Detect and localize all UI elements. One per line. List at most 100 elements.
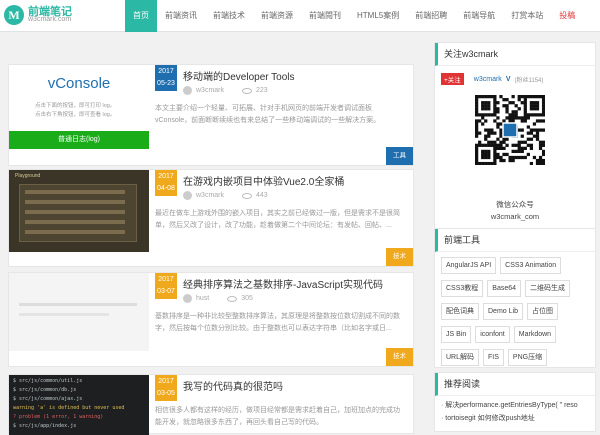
tool-link[interactable]: Base64: [487, 280, 522, 297]
nav-item[interactable]: 前端导航: [455, 0, 503, 32]
qr-module: [520, 155, 524, 160]
qr-module: [499, 131, 503, 135]
qr-module: [505, 152, 509, 157]
tool-link[interactable]: JS Bin: [441, 326, 472, 343]
qr-module: [481, 149, 485, 154]
nav-item[interactable]: 前端技术: [205, 0, 253, 32]
tool-link[interactable]: CSS3教程: [441, 280, 484, 297]
tool-link[interactable]: iconfont: [475, 326, 510, 343]
post-category-tag[interactable]: 技术: [386, 348, 413, 366]
post-date-badge: 2017 03-05: [155, 375, 177, 401]
qr-module: [484, 137, 488, 141]
qr-module: [475, 161, 479, 165]
post-title[interactable]: 经典排序算法之基数排序-JavaScript实现代码: [183, 276, 383, 291]
nav-item[interactable]: 投稿: [551, 0, 583, 32]
nav-item[interactable]: 前端閱刊: [301, 0, 349, 32]
qr-module: [511, 119, 515, 123]
tool-link[interactable]: CSS3 Animation: [500, 257, 562, 274]
post-date: 03-05: [157, 390, 175, 397]
qr-module: [487, 131, 491, 135]
qr-module: [508, 101, 512, 105]
qr-module: [541, 101, 545, 105]
vconsole-log-button[interactable]: 普通日志(log): [9, 131, 149, 149]
qr-module: [529, 128, 534, 132]
post-thumbnail[interactable]: [9, 273, 149, 351]
qr-module: [508, 155, 512, 160]
qr-module: [487, 155, 491, 160]
qr-module: [517, 98, 521, 102]
qr-module: [541, 107, 545, 111]
weibo-name[interactable]: w3cmark: [474, 76, 502, 83]
qr-module: [529, 161, 534, 165]
post-category-tag[interactable]: 技术: [386, 248, 413, 266]
thumb-label: Playground: [15, 173, 41, 179]
post-title[interactable]: 我写的代码真的很范吗: [183, 378, 283, 393]
reading-link[interactable]: · 解决performance.getEntriesByType( " reso: [441, 399, 589, 412]
qr-module: [481, 122, 485, 126]
tool-link[interactable]: 占位图: [526, 303, 558, 320]
tool-link[interactable]: FIS: [483, 349, 504, 366]
tool-link[interactable]: URL解码: [441, 349, 480, 366]
post-date-badge: 2017 04-08: [155, 170, 177, 196]
post-card[interactable]: $ src/js/common/util.js $ src/js/common/d…: [8, 374, 414, 435]
qr-module: [529, 131, 534, 135]
nav-item[interactable]: 前端资源: [253, 0, 301, 32]
qr-module: [487, 161, 491, 165]
thumb-row: [25, 230, 125, 234]
qr-module: [541, 161, 545, 165]
post-title[interactable]: 在游戏内嵌项目中体验Vue2.0全家桶: [183, 173, 344, 188]
post-thumbnail[interactable]: vConsole 点击下面的按钮，即可打印 log。 点击右下角按钮，即可查看 …: [9, 65, 149, 150]
qr-module: [541, 104, 545, 108]
tool-link[interactable]: 配色词典: [441, 303, 479, 320]
qr-module: [541, 95, 545, 99]
nav-item[interactable]: 首页: [125, 0, 157, 32]
nav-item[interactable]: 前端招聘: [407, 0, 455, 32]
post-thumbnail[interactable]: Playground: [9, 170, 149, 252]
weibo-follow-button[interactable]: +关注: [441, 73, 464, 85]
post-card[interactable]: vConsole 点击下面的按钮，即可打印 log。 点击右下角按钮，即可查看 …: [8, 64, 414, 166]
qr-module: [541, 119, 545, 123]
qr-module: [541, 152, 545, 157]
post-author[interactable]: w3cmark: [196, 87, 224, 94]
post-category-tag[interactable]: 工具: [386, 147, 413, 165]
nav-item[interactable]: HTML5案例: [349, 0, 407, 32]
qr-module: [538, 143, 543, 147]
reading-link[interactable]: · tortoisegit 如何修改push地址: [441, 412, 589, 425]
site-logo[interactable]: M 前端笔记 w3cmark.com: [4, 3, 90, 29]
post-author[interactable]: hust: [196, 295, 209, 302]
qr-module: [490, 113, 494, 117]
post-card[interactable]: 2017 03-07 经典排序算法之基数排序-JavaScript实现代码 hus…: [8, 272, 414, 367]
qr-module: [475, 149, 479, 154]
qr-module: [535, 113, 540, 117]
tool-link[interactable]: Markdown: [513, 326, 557, 343]
tool-link[interactable]: 二维码生成: [525, 280, 571, 297]
qr-module: [532, 104, 537, 108]
qr-module: [496, 146, 500, 150]
post-title[interactable]: 移动端的Developer Tools: [183, 68, 295, 83]
post-card[interactable]: Playground 2017 04-08 在游戏内嵌项目中体验Vue2.0全家桶…: [8, 169, 414, 267]
qr-module: [514, 110, 518, 114]
qr-module: [541, 128, 545, 132]
qr-module: [493, 113, 497, 117]
qr-module: [508, 113, 512, 117]
post-author[interactable]: w3cmark: [196, 192, 224, 199]
tool-link[interactable]: PNG压缩: [507, 349, 548, 366]
nav-item[interactable]: 前端资讯: [157, 0, 205, 32]
qr-module: [481, 116, 485, 120]
main-nav: 首页 前端资讯 前端技术 前端资源 前端閱刊 HTML5案例 前端招聘 前端导航 打赏本站 投稿: [125, 0, 583, 32]
qr-module: [499, 155, 503, 160]
tool-link[interactable]: Demo Lib: [483, 303, 523, 320]
qr-module: [478, 131, 482, 135]
code-line: ? problem (1 error, 1 warning): [13, 414, 104, 420]
qr-module: [496, 107, 500, 111]
post-thumbnail[interactable]: $ src/js/common/util.js $ src/js/common/d…: [9, 375, 149, 435]
tools-panel: 前端工具 AngularJS API CSS3 Animation CSS3教程 Ba…: [434, 228, 596, 368]
code-line: $ src/js/app/index.js: [13, 423, 77, 429]
tool-link[interactable]: AngularJS API: [441, 257, 497, 274]
qr-module: [478, 143, 482, 147]
post-views: 443: [256, 192, 268, 199]
qr-module: [511, 110, 515, 114]
nav-item[interactable]: 打赏本站: [503, 0, 551, 32]
qr-module: [508, 158, 512, 163]
qr-module: [523, 119, 527, 123]
